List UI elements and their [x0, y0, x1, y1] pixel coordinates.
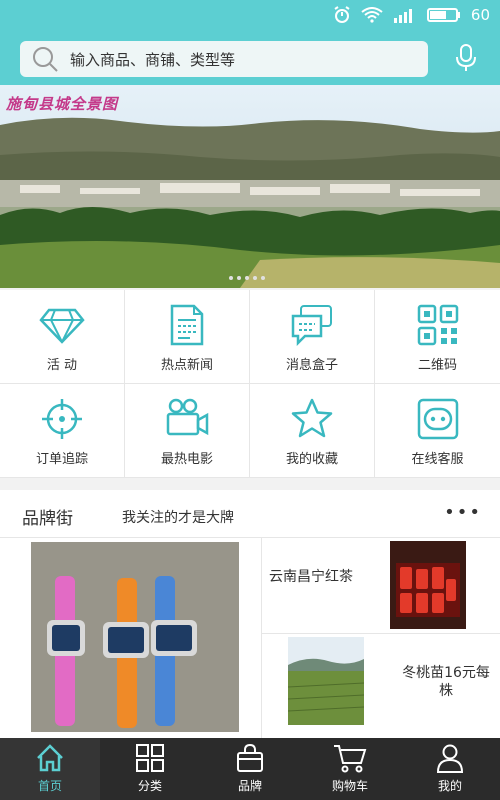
menu-item-hot-movies[interactable]: 最热电影 [125, 384, 250, 478]
tab-label: 购物车 [331, 779, 368, 793]
tab-label: 品牌 [237, 779, 262, 793]
microphone-icon[interactable] [454, 43, 478, 73]
menu-label: 订单追踪 [35, 452, 88, 467]
user-icon [436, 744, 464, 773]
cart-icon [334, 745, 367, 773]
tab-home[interactable]: 首页 [0, 738, 100, 800]
status-bar: 60 [0, 0, 500, 33]
grid-icon [136, 744, 164, 772]
bottom-tab-bar: 首页 分类 品牌 购物车 我的 [0, 738, 500, 800]
banner[interactable]: 施甸县城全景图 [0, 85, 500, 288]
peach-seedling-image [288, 637, 364, 725]
tab-category[interactable]: 分类 [100, 738, 200, 800]
product-card[interactable]: 云南昌宁红茶 [262, 538, 500, 634]
menu-item-qrcode[interactable]: 二维码 [375, 290, 500, 384]
signal-icon [393, 9, 412, 23]
tab-mine[interactable]: 我的 [400, 738, 500, 800]
menu-item-my-favorites[interactable]: 我的收藏 [250, 384, 375, 478]
document-icon [170, 304, 204, 346]
battery-level: 60 [470, 6, 490, 24]
shopping-bag-icon [237, 743, 263, 772]
menu-label: 我的收藏 [285, 452, 338, 467]
more-button[interactable]: ••• [444, 502, 482, 523]
menu-label: 消息盒子 [285, 358, 338, 373]
home-icon [37, 744, 63, 772]
product-title: 冬桃苗16元每株 [402, 665, 490, 699]
brand-street-body: 云南昌宁红茶 冬桃苗16元每株 [0, 538, 500, 738]
tab-label: 分类 [137, 779, 162, 793]
black-tea-image [390, 541, 466, 629]
brand-street-title: 品牌街 [22, 509, 73, 529]
menu-item-message-box[interactable]: 消息盒子 [250, 290, 375, 384]
tab-label: 我的 [437, 779, 462, 793]
menu-item-activity[interactable]: 活 动 [0, 290, 125, 384]
chat-icon [291, 305, 332, 347]
tab-cart[interactable]: 购物车 [300, 738, 400, 800]
qrcode-icon [417, 304, 458, 346]
search-icon [33, 47, 58, 72]
menu-label: 在线客服 [411, 452, 464, 467]
battery-icon [426, 8, 460, 22]
customer-service-icon [417, 398, 458, 440]
target-icon [42, 399, 82, 439]
status-icons: 60 [333, 6, 490, 24]
function-menu: 活 动 热点新闻 消息盒子 二维码 订单追踪 最热电影 我的收藏 在线客服 [0, 290, 500, 478]
product-title: 云南昌宁红茶 [269, 569, 353, 585]
menu-item-online-service[interactable]: 在线客服 [375, 384, 500, 478]
menu-item-hot-news[interactable]: 热点新闻 [125, 290, 250, 384]
video-camera-icon [166, 398, 209, 436]
star-icon [291, 398, 333, 438]
menu-item-order-tracking[interactable]: 订单追踪 [0, 384, 125, 478]
wifi-icon [361, 7, 383, 23]
alarm-icon [334, 6, 350, 23]
banner-title: 施甸县城全景图 [6, 95, 119, 113]
tab-label: 首页 [37, 779, 62, 793]
brand-feature-card[interactable] [0, 538, 262, 738]
search-placeholder: 输入商品、商铺、类型等 [70, 50, 236, 69]
menu-label: 活 动 [46, 358, 78, 373]
brand-street-header: 品牌街 我关注的才是大牌 ••• [0, 490, 500, 538]
search-input[interactable]: 输入商品、商铺、类型等 [20, 41, 428, 77]
brand-street-subtitle: 我关注的才是大牌 [122, 510, 234, 526]
tab-brand[interactable]: 品牌 [200, 738, 300, 800]
menu-label: 热点新闻 [160, 358, 213, 373]
menu-label: 最热电影 [160, 452, 213, 467]
menu-label: 二维码 [417, 358, 457, 373]
smartwatch-image [31, 542, 239, 732]
header: 输入商品、商铺、类型等 [0, 33, 500, 85]
diamond-icon [39, 308, 85, 344]
banner-image [0, 85, 500, 288]
product-card[interactable]: 冬桃苗16元每株 [262, 634, 500, 738]
